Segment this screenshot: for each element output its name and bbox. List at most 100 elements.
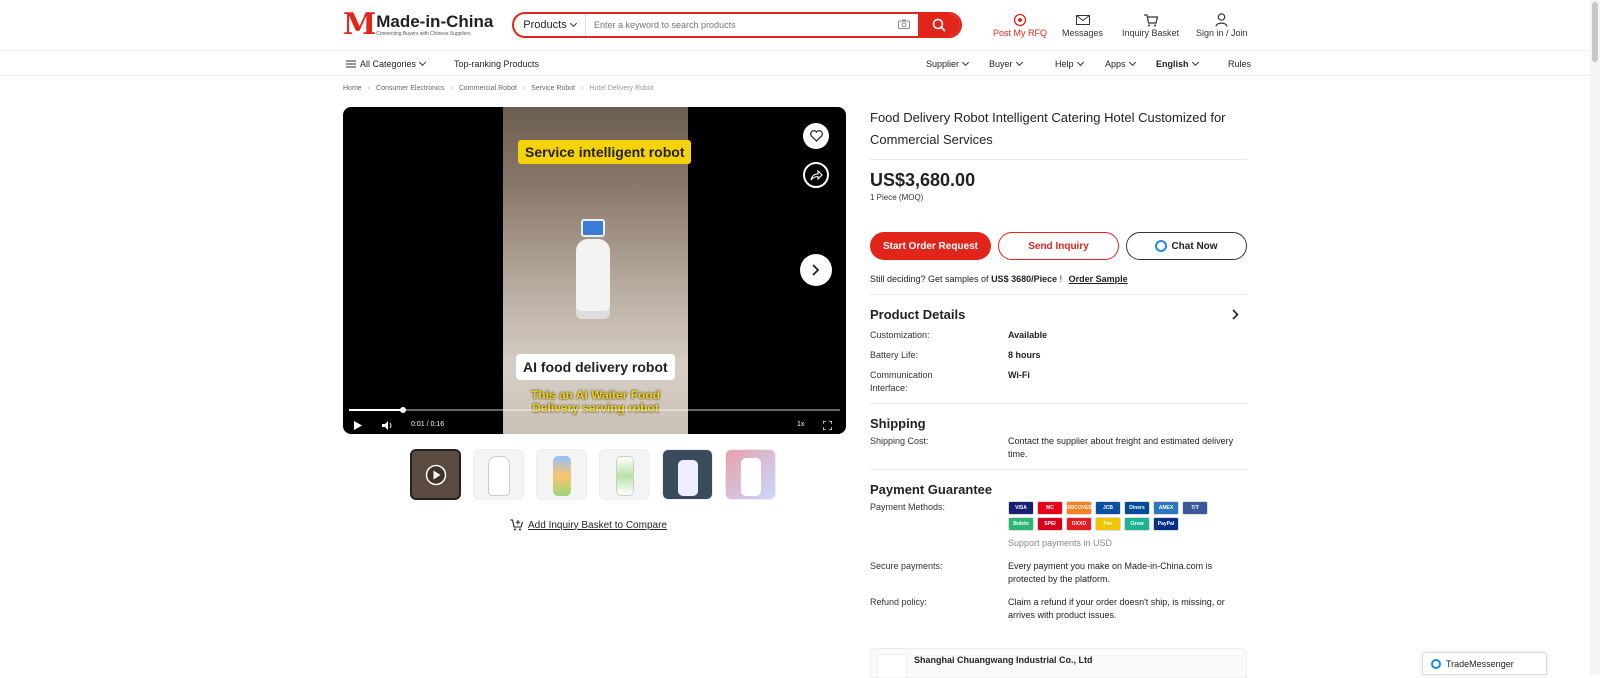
product-video-player[interactable]: Service intelligent robot AI food delive…: [343, 107, 846, 434]
refund-policy-value: Claim a refund if your order doesn't shi…: [1008, 597, 1225, 620]
next-media-button[interactable]: [800, 254, 832, 286]
chevron-right-icon: ›: [581, 85, 584, 92]
robot-image: [571, 219, 615, 329]
post-rfq-link[interactable]: Post My RFQ: [993, 12, 1047, 38]
payment-logo: T/T: [1182, 501, 1208, 515]
send-inquiry-button[interactable]: Send Inquiry: [998, 232, 1119, 260]
chevron-right-icon: ›: [367, 85, 371, 92]
volume-icon: [382, 421, 392, 430]
supplier-card[interactable]: Shanghai Chuangwang Industrial Co., Ltd: [870, 648, 1247, 678]
messages-label: Messages: [1062, 28, 1104, 38]
detail-value: Available: [1008, 330, 1048, 340]
mute-button[interactable]: [382, 421, 394, 432]
fullscreen-button[interactable]: [822, 420, 833, 432]
thumbnail-image[interactable]: [725, 449, 776, 500]
search-category-label: Products: [523, 19, 567, 31]
inquiry-basket-link[interactable]: Inquiry Basket: [1122, 12, 1179, 38]
supplier-label: Supplier: [926, 59, 960, 69]
chat-now-button[interactable]: Chat Now: [1126, 232, 1247, 260]
detail-key: Customization:: [870, 330, 930, 340]
search-button[interactable]: [918, 14, 960, 36]
search-input[interactable]: [586, 14, 890, 36]
chevron-down-icon: [1128, 58, 1136, 67]
sign-in-link[interactable]: Sign in / Join: [1196, 12, 1248, 38]
sub-navigation: All Categories Top-ranking Products Supp…: [0, 50, 1600, 76]
top-ranking-link[interactable]: Top-ranking Products: [454, 59, 539, 69]
breadcrumb-item[interactable]: Home: [343, 85, 362, 92]
play-button[interactable]: [354, 421, 362, 432]
play-circle-icon: [425, 464, 446, 486]
secure-payments-row: Secure payments: Every payment you make o…: [870, 560, 1247, 586]
video-caption-mid: AI food delivery robot: [516, 354, 675, 380]
search-icon: [932, 18, 946, 32]
video-progress-bar[interactable]: [349, 407, 840, 413]
site-logo[interactable]: M Made-in-China Connecting Buyers with C…: [343, 10, 493, 40]
order-sample-link[interactable]: Order Sample: [1069, 274, 1128, 284]
detail-key: Communication Interface:: [870, 370, 933, 393]
supplier-name[interactable]: Shanghai Chuangwang Industrial Co., Ltd: [914, 655, 1093, 665]
video-caption-bottom: This an AI Waiter Food Delivery serving …: [530, 388, 661, 415]
add-inquiry-basket-link[interactable]: Add Inquiry Basket to Compare: [510, 519, 667, 531]
playback-speed-button[interactable]: 1x: [797, 421, 804, 428]
thumbnail-video[interactable]: [410, 449, 461, 500]
refund-policy-label: Refund policy:: [870, 597, 928, 607]
chevron-down-icon: [1015, 58, 1023, 67]
favorite-button[interactable]: [803, 123, 829, 149]
detail-value: 8 hours: [1008, 350, 1041, 360]
chevron-down-icon: [1191, 58, 1199, 67]
user-icon: [1215, 13, 1228, 27]
secure-payments-value: Every payment you make on Made-in-China.…: [1008, 561, 1213, 584]
shipping-title: Shipping: [870, 416, 926, 431]
supplier-menu[interactable]: Supplier: [926, 58, 970, 69]
all-categories-menu[interactable]: All Categories: [346, 58, 427, 69]
play-icon: [354, 421, 362, 430]
breadcrumb-item[interactable]: Service Robot: [531, 85, 575, 92]
product-details-header[interactable]: Product Details: [870, 307, 1247, 322]
help-menu[interactable]: Help: [1055, 58, 1084, 69]
chevron-right-icon: ›: [450, 85, 453, 92]
support-payments-note: Support payments in USD: [1008, 538, 1113, 548]
sample-prefix: Still deciding? Get samples of: [870, 274, 992, 284]
product-price: US$3,680.00: [870, 170, 976, 190]
product-moq: 1 Piece (MOQ): [870, 193, 924, 202]
language-menu[interactable]: English: [1156, 58, 1199, 69]
detail-key: Battery Life:: [870, 350, 919, 360]
breadcrumb: Home › Consumer Electronics › Commercial R…: [343, 85, 654, 92]
product-title: Food Delivery Robot Intelligent Catering…: [870, 110, 1226, 147]
list-icon: [346, 60, 356, 68]
start-order-button[interactable]: Start Order Request: [870, 232, 991, 260]
sign-in-label: Sign in / Join: [1196, 28, 1248, 38]
thumbnail-image[interactable]: [662, 449, 713, 500]
breadcrumb-item[interactable]: Commercial Robot: [459, 85, 517, 92]
shipping-cost-value: Contact the supplier about freight and e…: [1008, 436, 1234, 459]
divider: [870, 469, 1247, 470]
chevron-down-icon: [569, 19, 577, 28]
chevron-right-icon: [812, 264, 820, 276]
rules-link[interactable]: Rules: [1228, 59, 1251, 69]
payment-logo: AMEX: [1153, 501, 1179, 515]
divider: [870, 403, 1247, 404]
thumbnail-image[interactable]: [473, 449, 524, 500]
rfq-icon: [1013, 13, 1027, 27]
share-button[interactable]: [803, 162, 829, 188]
cart-icon: [1143, 13, 1158, 26]
trade-messenger-widget[interactable]: TradeMessenger: [1422, 652, 1547, 675]
thumbnail-image[interactable]: [536, 449, 587, 500]
detail-value: Wi-Fi: [1008, 370, 1030, 380]
payment-logo: SPEI: [1037, 517, 1063, 531]
search-category-select[interactable]: Products: [514, 14, 586, 36]
buyer-menu[interactable]: Buyer: [989, 58, 1023, 69]
messages-link[interactable]: Messages: [1062, 12, 1103, 38]
thumbnail-image[interactable]: [599, 449, 650, 500]
post-rfq-label: Post My RFQ: [993, 28, 1048, 38]
language-label: English: [1156, 59, 1189, 69]
apps-menu[interactable]: Apps: [1105, 58, 1136, 69]
video-progress-handle[interactable]: [400, 407, 406, 413]
camera-icon[interactable]: [890, 19, 918, 32]
apps-label: Apps: [1105, 59, 1126, 69]
divider: [870, 294, 1247, 295]
payment-logo: Pse: [1095, 517, 1121, 531]
scrollbar-thumb[interactable]: [1592, 2, 1598, 62]
page-scrollbar[interactable]: [1590, 0, 1600, 675]
breadcrumb-item[interactable]: Consumer Electronics: [376, 85, 444, 92]
